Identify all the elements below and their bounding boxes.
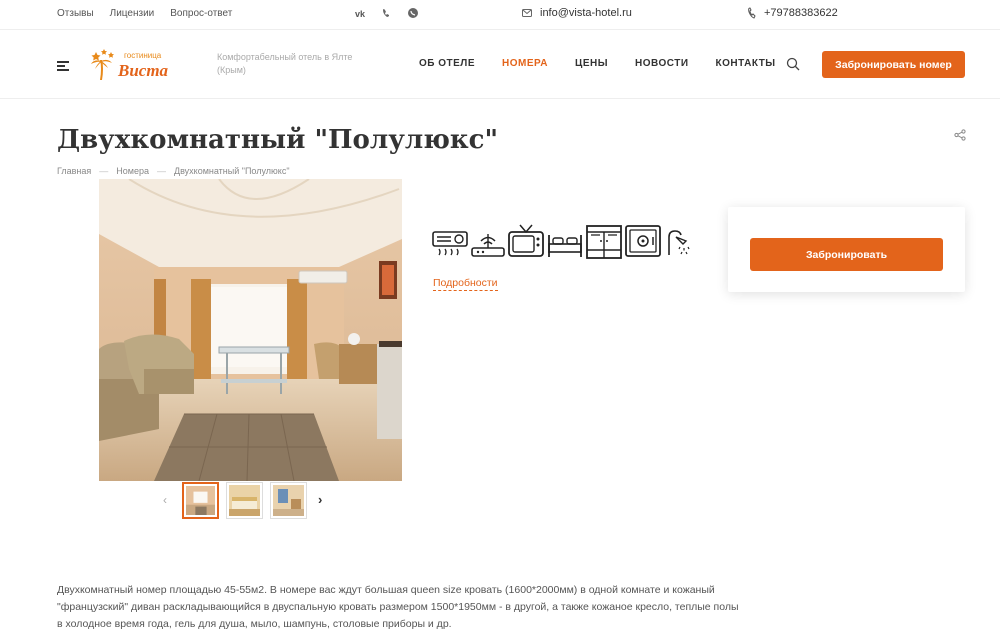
bed-icon [548, 235, 582, 257]
breadcrumb-separator: — [99, 166, 109, 176]
phone-icon [748, 7, 756, 19]
breadcrumb: Главная — Номера — Двухкомнатный "Полулю… [57, 166, 290, 176]
wardrobe-icon [586, 225, 622, 259]
breadcrumb-rooms[interactable]: Номера [116, 166, 149, 176]
phone-text: +79788383622 [764, 7, 838, 19]
vk-icon[interactable]: vk [355, 7, 367, 19]
top-link-reviews[interactable]: Отзывы [57, 8, 94, 19]
breadcrumb-current: Двухкомнатный "Полулюкс" [173, 166, 290, 176]
nav-contacts[interactable]: КОНТАКТЫ [716, 58, 776, 69]
svg-text:vk: vk [355, 9, 366, 19]
whatsapp-icon[interactable] [407, 7, 419, 19]
menu-burger-icon[interactable] [57, 61, 69, 71]
booking-card: Забронировать [728, 207, 965, 292]
phone-contact[interactable]: +79788383622 [748, 7, 838, 19]
email-text: info@vista-hotel.ru [540, 7, 632, 19]
breadcrumb-separator: — [156, 166, 166, 176]
mail-icon [522, 9, 532, 17]
wifi-router-icon [471, 234, 505, 257]
tv-icon [508, 224, 544, 257]
gallery-thumb[interactable] [226, 482, 263, 519]
gallery-thumbs [182, 482, 307, 519]
hotel-logo[interactable]: гостиница Виста [88, 46, 192, 86]
nav-about[interactable]: ОБ ОТЕЛЕ [419, 58, 475, 69]
book-room-button[interactable]: Забронировать номер [822, 51, 965, 78]
social-links: vk [355, 7, 419, 19]
details-link[interactable]: Подробности [433, 277, 498, 291]
thumb-prev-chevron-left-icon[interactable]: ‹ [163, 493, 167, 507]
viber-icon[interactable] [381, 7, 393, 19]
main-nav: ОБ ОТЕЛЕ НОМЕРА ЦЕНЫ НОВОСТИ КОНТАКТЫ [419, 58, 776, 69]
page-title: Двухкомнатный "Полулюкс" [57, 125, 499, 155]
nav-prices[interactable]: ЦЕНЫ [575, 58, 608, 69]
room-photo[interactable] [99, 179, 402, 481]
gallery-thumb[interactable] [182, 482, 219, 519]
safe-icon [625, 225, 661, 257]
gallery-thumb[interactable] [270, 482, 307, 519]
air-conditioner-icon [432, 231, 468, 256]
book-button[interactable]: Забронировать [750, 238, 943, 271]
search-icon[interactable] [786, 57, 800, 71]
top-links: Отзывы Лицензии Вопрос-ответ [57, 8, 232, 19]
logo-name: Виста [117, 61, 169, 80]
thumb-next-chevron-right-icon[interactable]: › [318, 492, 322, 507]
top-link-licenses[interactable]: Лицензии [110, 8, 155, 19]
shower-icon [668, 230, 690, 255]
email-contact[interactable]: info@vista-hotel.ru [522, 7, 632, 19]
breadcrumb-home[interactable]: Главная [57, 166, 91, 176]
nav-rooms[interactable]: НОМЕРА [502, 58, 548, 69]
logo-subtitle: гостиница [124, 51, 162, 60]
top-bar: Отзывы Лицензии Вопрос-ответ vk info@vis… [0, 0, 1000, 30]
nav-news[interactable]: НОВОСТИ [635, 58, 689, 69]
header: гостиница Виста Комфортабельный отель в … [0, 31, 1000, 99]
share-icon[interactable] [954, 128, 966, 141]
amenities-icons [432, 223, 694, 259]
top-link-faq[interactable]: Вопрос-ответ [170, 8, 232, 19]
room-description: Двухкомнатный номер площадью 45-55м2. В … [57, 584, 739, 630]
tagline: Комфортабельный отель в Ялте (Крым) [217, 52, 353, 75]
